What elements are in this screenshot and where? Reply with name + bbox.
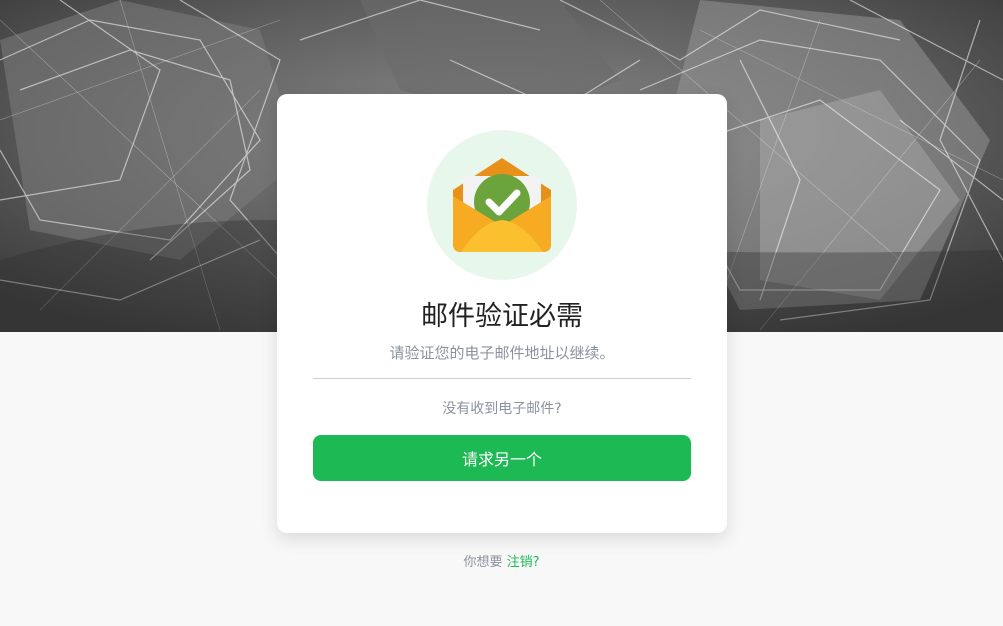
page-title: 邮件验证必需: [421, 301, 583, 332]
no-email-question: 没有收到电子邮件?: [442, 401, 562, 417]
page-subtitle: 请验证您的电子邮件地址以继续。: [389, 344, 615, 362]
envelope-check-icon: [453, 158, 551, 252]
envelope-icon-circle: [427, 130, 577, 280]
request-another-button[interactable]: 请求另一个: [313, 435, 691, 481]
verification-card: 邮件验证必需 请验证您的电子邮件地址以继续。 没有收到电子邮件? 请求另一个: [277, 94, 727, 533]
divider: [313, 378, 691, 379]
logout-prompt: 你想要: [463, 555, 507, 570]
footer: 你想要 注销?: [0, 551, 1003, 570]
logout-link[interactable]: 注销?: [507, 555, 540, 570]
